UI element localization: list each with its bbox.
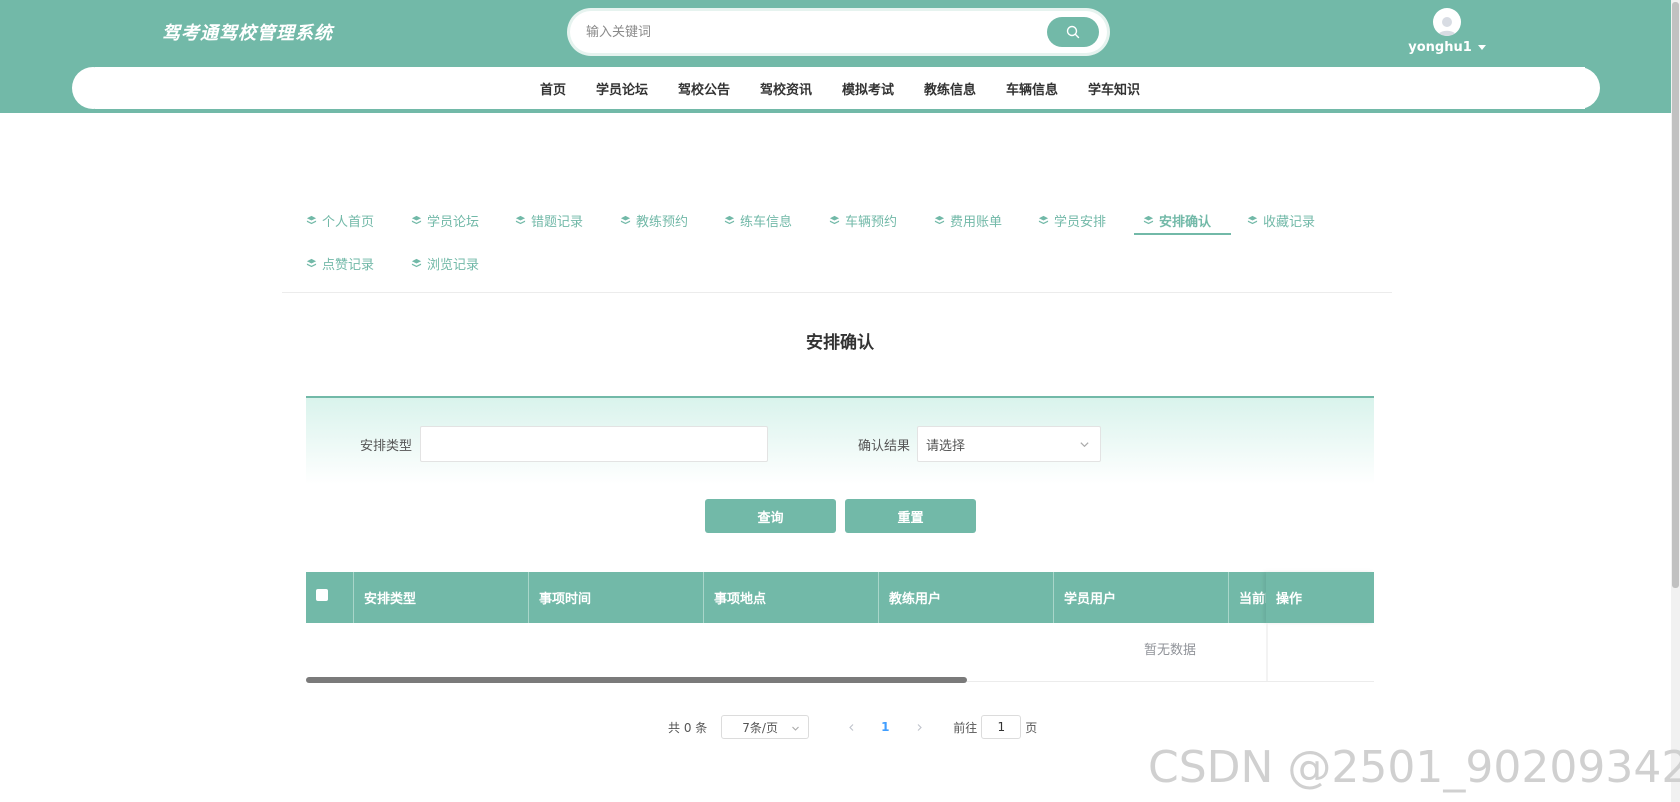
layers-icon bbox=[306, 258, 317, 267]
tab-label: 车辆预约 bbox=[845, 214, 898, 230]
column-header-arrangement-type[interactable]: 安排类型 bbox=[354, 572, 529, 623]
column-header-operation: 操作 bbox=[1266, 572, 1374, 623]
main-nav: 首页 学员论坛 驾校公告 驾校资讯 模拟考试 教练信息 车辆信息 学车知识 bbox=[0, 67, 1680, 109]
tab-fee-bills[interactable]: 费用账单 bbox=[934, 206, 1002, 234]
search-button[interactable] bbox=[1047, 17, 1099, 47]
tab-label: 教练预约 bbox=[636, 214, 689, 230]
tab-label: 错题记录 bbox=[531, 214, 584, 230]
arrangement-type-input[interactable] bbox=[420, 426, 768, 462]
page-title: 安排确认 bbox=[806, 333, 874, 353]
reset-button[interactable]: 重置 bbox=[845, 499, 976, 533]
confirm-result-select[interactable]: 请选择 bbox=[917, 426, 1101, 462]
user-avatar-icon bbox=[1438, 17, 1456, 36]
search-submit-button[interactable]: 查询 bbox=[705, 499, 836, 533]
column-header-coach-user[interactable]: 教练用户 bbox=[879, 572, 1054, 623]
column-header-student-user[interactable]: 学员用户 bbox=[1054, 572, 1229, 623]
active-tab-indicator bbox=[1134, 233, 1231, 235]
nav-item-forum[interactable]: 学员论坛 bbox=[596, 79, 648, 98]
tab-label: 浏览记录 bbox=[427, 257, 480, 273]
nav-item-mock-exam[interactable]: 模拟考试 bbox=[842, 79, 894, 98]
empty-state-text: 暂无数据 bbox=[1143, 642, 1196, 658]
arrangement-type-label: 安排类型 bbox=[360, 439, 413, 454]
page-number-current[interactable]: 1 bbox=[873, 715, 897, 739]
next-page-button[interactable] bbox=[907, 715, 931, 739]
confirm-result-placeholder: 请选择 bbox=[926, 438, 966, 454]
layers-icon bbox=[724, 215, 735, 224]
tab-label: 安排确认 bbox=[1159, 214, 1212, 230]
chevron-right-icon bbox=[917, 723, 922, 731]
goto-page-input[interactable] bbox=[981, 715, 1022, 739]
tab-label: 练车信息 bbox=[740, 214, 793, 230]
page-scrollbar-thumb[interactable] bbox=[1672, 2, 1679, 588]
layers-icon bbox=[515, 215, 526, 224]
site-brand[interactable]: 驾考通驾校管理系统 bbox=[162, 19, 333, 45]
layers-icon bbox=[1143, 215, 1154, 224]
tab-vehicle-booking[interactable]: 车辆预约 bbox=[829, 206, 897, 234]
tab-label: 个人首页 bbox=[322, 214, 375, 230]
watermark: CSDN @2501_90209342 bbox=[1148, 742, 1680, 793]
goto-suffix: 页 bbox=[1025, 720, 1038, 735]
goto-page: 前往 页 bbox=[953, 715, 1037, 739]
avatar[interactable] bbox=[1433, 8, 1461, 36]
layers-icon bbox=[934, 215, 945, 224]
chevron-down-icon bbox=[792, 726, 800, 731]
tab-personal-home[interactable]: 个人首页 bbox=[306, 206, 374, 234]
nav-item-news[interactable]: 驾校资讯 bbox=[760, 79, 812, 98]
goto-label: 前往 bbox=[953, 720, 978, 735]
nav-item-coach-info[interactable]: 教练信息 bbox=[924, 79, 976, 98]
filter-panel: 安排类型 确认结果 请选择 查询 重置 bbox=[306, 396, 1374, 542]
layers-icon bbox=[620, 215, 631, 224]
app-root: 驾考通驾校管理系统 yonghu1 首页 学员论坛 驾校公告 驾校资讯 模拟考试 bbox=[0, 0, 1680, 802]
select-all-cell bbox=[306, 572, 354, 623]
layers-icon bbox=[1247, 215, 1258, 224]
nav-item-notice[interactable]: 驾校公告 bbox=[678, 79, 730, 98]
layers-icon bbox=[411, 258, 422, 267]
caret-down-icon bbox=[1477, 45, 1486, 50]
table-scrollbar-thumb[interactable] bbox=[306, 677, 967, 683]
tabs-divider bbox=[282, 292, 1392, 293]
search-bar bbox=[570, 11, 1107, 53]
nav-item-home[interactable]: 首页 bbox=[540, 79, 566, 98]
tab-wrong-questions[interactable]: 错题记录 bbox=[515, 206, 583, 234]
chevron-down-icon bbox=[1080, 442, 1089, 448]
tab-browse-history[interactable]: 浏览记录 bbox=[411, 249, 479, 277]
confirm-result-label: 确认结果 bbox=[858, 439, 911, 454]
layers-icon bbox=[829, 215, 840, 224]
search-icon bbox=[1066, 25, 1080, 39]
layers-icon bbox=[1038, 215, 1049, 224]
tab-label: 费用账单 bbox=[950, 214, 1003, 230]
search-input[interactable] bbox=[586, 11, 1006, 53]
nav-item-knowledge[interactable]: 学车知识 bbox=[1088, 79, 1140, 98]
table-header: 安排类型 事项时间 事项地点 教练用户 学员用户 当前时 操作 bbox=[306, 572, 1374, 623]
tab-favorites[interactable]: 收藏记录 bbox=[1247, 206, 1315, 234]
tab-label: 点赞记录 bbox=[322, 257, 375, 273]
user-menu[interactable]: yonghu1 bbox=[1402, 8, 1492, 55]
tab-student-arrangement[interactable]: 学员安排 bbox=[1038, 206, 1106, 234]
username[interactable]: yonghu1 bbox=[1408, 40, 1486, 55]
tab-arrangement-confirm[interactable]: 安排确认 bbox=[1143, 206, 1211, 234]
fixed-column-divider bbox=[1266, 623, 1268, 681]
pagination-total: 共 0 条 bbox=[668, 720, 708, 735]
chevron-left-icon bbox=[848, 723, 854, 731]
layers-icon bbox=[411, 215, 422, 224]
tab-label: 学员安排 bbox=[1054, 214, 1107, 230]
nav-item-vehicle-info[interactable]: 车辆信息 bbox=[1006, 79, 1058, 98]
table-body: 暂无数据 bbox=[306, 623, 1374, 682]
select-all-checkbox[interactable] bbox=[316, 589, 328, 601]
pagination: 共 0 条 7条/页 1 前往 页 bbox=[668, 715, 1037, 739]
tab-practice-info[interactable]: 练车信息 bbox=[724, 206, 792, 234]
column-header-item-location[interactable]: 事项地点 bbox=[704, 572, 879, 623]
page-size-select[interactable]: 7条/页 bbox=[721, 715, 810, 739]
tab-likes[interactable]: 点赞记录 bbox=[306, 249, 374, 277]
tab-label: 收藏记录 bbox=[1263, 214, 1316, 230]
page-size-value: 7条/页 bbox=[742, 720, 778, 735]
tab-forum[interactable]: 学员论坛 bbox=[411, 206, 479, 234]
username-text: yonghu1 bbox=[1408, 40, 1472, 55]
data-table: 安排类型 事项时间 事项地点 教练用户 学员用户 当前时 操作 暂无数据 bbox=[306, 572, 1374, 683]
prev-page-button[interactable] bbox=[839, 715, 863, 739]
layers-icon bbox=[306, 215, 317, 224]
column-header-item-time[interactable]: 事项时间 bbox=[529, 572, 704, 623]
tab-label: 学员论坛 bbox=[427, 214, 480, 230]
tab-coach-booking[interactable]: 教练预约 bbox=[620, 206, 688, 234]
